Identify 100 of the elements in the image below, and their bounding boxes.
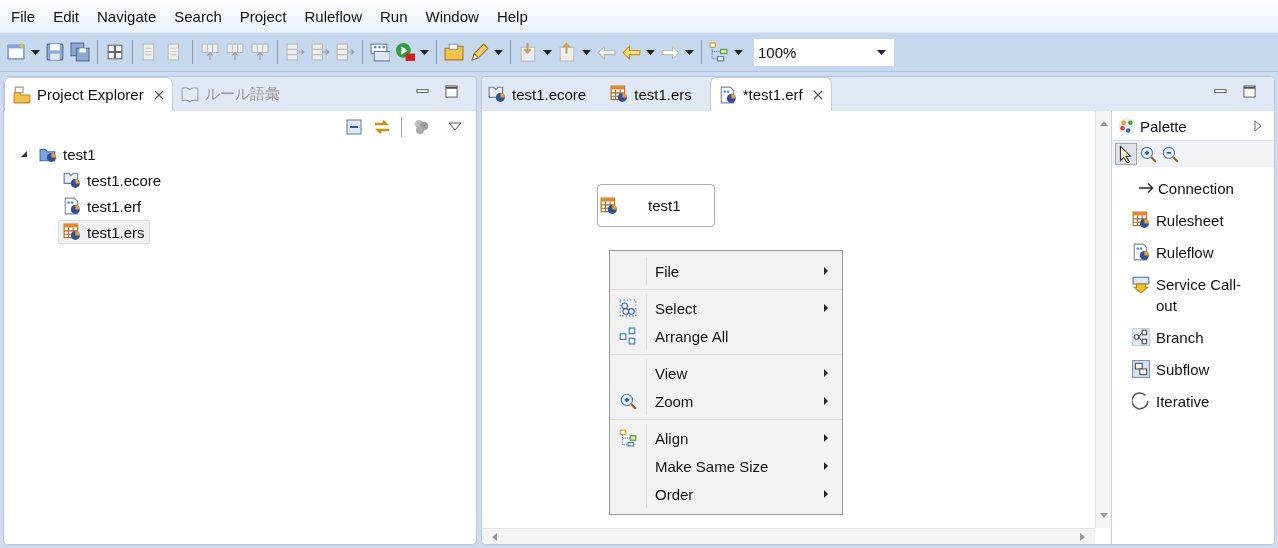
vertical-scrollbar[interactable] — [1095, 111, 1111, 528]
caret-icon[interactable] — [646, 49, 655, 55]
submenu-arrow-icon — [824, 490, 828, 498]
menu-item[interactable]: Arrange All — [610, 322, 842, 350]
tree-item[interactable]: test1.erf — [58, 194, 147, 218]
submenu-arrow-icon — [824, 462, 828, 470]
menu-item[interactable]: Project — [230, 7, 296, 25]
run-icon[interactable] — [395, 42, 415, 62]
open-folder-icon[interactable] — [444, 42, 464, 62]
caret-icon[interactable] — [582, 49, 591, 55]
palette-item[interactable]: Iterative — [1112, 386, 1274, 418]
grid-icon[interactable] — [105, 42, 125, 62]
zoom-icon — [619, 392, 637, 410]
save-all-icon[interactable] — [70, 42, 90, 62]
palette-item[interactable]: Ruleflow — [1112, 237, 1274, 269]
menu-item[interactable]: Navigate — [88, 7, 166, 25]
diagram-node[interactable]: test1 — [597, 184, 715, 227]
expand-toggle-icon[interactable] — [20, 150, 28, 158]
scroll-left-icon[interactable] — [492, 532, 497, 541]
arrange-icon — [619, 327, 637, 345]
palette-title: Palette — [1140, 117, 1188, 135]
menu-item[interactable]: Select — [610, 294, 842, 322]
scroll-down-icon[interactable] — [1099, 513, 1108, 518]
zoom-in-icon[interactable] — [1138, 144, 1158, 164]
pointer-icon[interactable] — [1116, 144, 1136, 164]
menu-item[interactable]: Make Same Size — [610, 452, 842, 480]
tree-item[interactable]: test1.ecore — [58, 168, 167, 192]
align-icon[interactable] — [709, 42, 729, 62]
ruleflow-file-icon — [718, 85, 737, 104]
submenu-arrow-icon — [824, 397, 828, 405]
menu-item[interactable]: File — [2, 7, 45, 25]
rulesheet-file-icon — [63, 223, 81, 241]
rulesheet-file-icon — [610, 85, 629, 103]
menu-item[interactable]: Window — [416, 7, 488, 25]
menu-item[interactable]: Run — [371, 7, 417, 25]
pen-icon[interactable] — [469, 42, 489, 62]
caret-icon[interactable] — [420, 49, 429, 55]
expand-arrow-icon[interactable] — [1254, 120, 1262, 132]
folder-icon — [13, 85, 31, 104]
subflow-icon — [1132, 360, 1150, 378]
zoom-out-icon[interactable] — [1160, 144, 1180, 164]
caret-icon[interactable] — [543, 49, 552, 55]
menu-item[interactable]: Edit — [44, 7, 89, 25]
branch-icon — [1132, 328, 1150, 346]
save-icon[interactable] — [45, 42, 65, 62]
palette-item[interactable]: Service Call-out — [1112, 269, 1274, 322]
selection-icon — [619, 299, 637, 317]
ruleflow-file-icon — [63, 197, 81, 215]
scroll-up-icon[interactable] — [1099, 121, 1108, 126]
menu-item[interactable]: File — [610, 257, 842, 285]
collapse-all-icon[interactable] — [345, 118, 363, 136]
model-file-icon — [63, 171, 81, 189]
service-icon — [1132, 275, 1150, 293]
palette-icon — [1118, 117, 1136, 135]
caret-icon[interactable] — [734, 49, 743, 55]
maximize-icon[interactable] — [445, 85, 458, 98]
editor-tab[interactable]: test1.ers — [604, 77, 710, 111]
submenu-arrow-icon — [824, 304, 828, 312]
tree-item[interactable]: test1.ers — [58, 220, 150, 244]
ruleflow-file-icon — [1132, 243, 1150, 261]
model-file-icon — [488, 85, 506, 103]
tree-item[interactable]: test1 — [34, 142, 101, 166]
palette-item[interactable]: Branch — [1112, 322, 1274, 354]
rulesheet-file-icon — [1132, 211, 1150, 229]
horizontal-scrollbar[interactable] — [482, 528, 1095, 544]
menu-item[interactable]: Search — [165, 7, 231, 25]
rulesheet-file-icon — [600, 196, 618, 215]
submenu-arrow-icon — [824, 267, 828, 275]
menu-item[interactable]: Align — [610, 424, 842, 452]
editor-tab[interactable]: *test1.erf — [709, 77, 832, 111]
menu-item[interactable]: Zoom — [610, 387, 842, 415]
palette-item[interactable]: Connection — [1112, 173, 1274, 205]
menu-item[interactable]: Order — [610, 480, 842, 508]
close-icon[interactable] — [153, 89, 164, 100]
node-label: test1 — [648, 197, 681, 214]
menu-item[interactable]: Help — [487, 7, 537, 25]
table-icon[interactable] — [370, 42, 390, 62]
new-window-icon[interactable] — [6, 42, 26, 62]
editor-tab[interactable]: test1.ecore — [482, 77, 605, 111]
caret-icon[interactable] — [494, 49, 503, 55]
loop-icon — [1132, 392, 1150, 410]
filter-icon[interactable] — [412, 118, 430, 136]
close-icon[interactable] — [812, 89, 823, 100]
caret-icon[interactable] — [31, 49, 40, 55]
maximize-icon[interactable] — [1243, 85, 1256, 98]
submenu-arrow-icon — [824, 369, 828, 377]
zoom-combo[interactable]: 100% — [754, 38, 894, 66]
align-icon — [619, 429, 637, 447]
palette-item[interactable]: Subflow — [1112, 354, 1274, 386]
view-menu-icon[interactable] — [448, 122, 462, 132]
view-tab[interactable]: Project Explorer — [4, 77, 173, 111]
menu-item[interactable]: Ruleflow — [295, 7, 371, 25]
link-icon[interactable] — [373, 118, 391, 136]
submenu-arrow-icon — [824, 434, 828, 442]
book-icon — [180, 85, 199, 103]
caret-icon[interactable] — [685, 49, 694, 55]
palette-item[interactable]: Rulesheet — [1112, 205, 1274, 237]
caret-icon[interactable] — [877, 49, 886, 55]
scroll-right-icon[interactable] — [1080, 532, 1085, 541]
menu-item[interactable]: View — [610, 359, 842, 387]
